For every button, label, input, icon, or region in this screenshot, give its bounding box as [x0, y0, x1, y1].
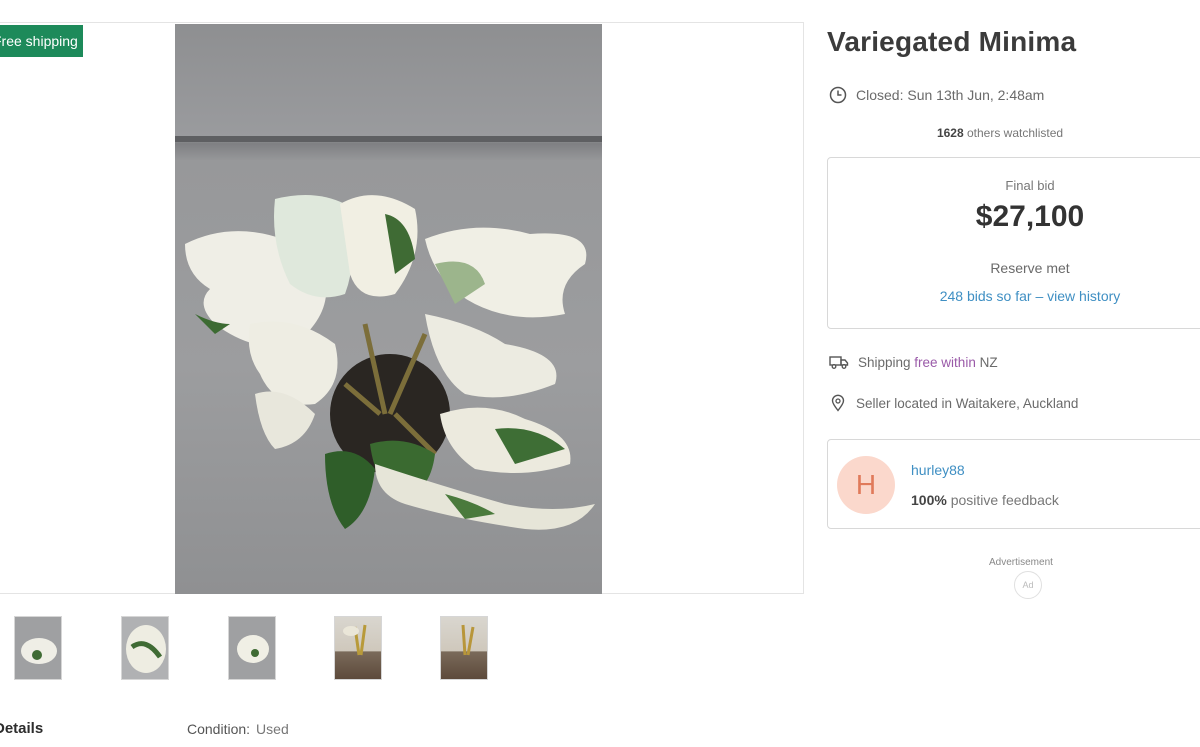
watchlist-number: 1628 [936, 126, 964, 140]
details-tab[interactable]: Details [0, 720, 43, 737]
truck-icon [829, 356, 849, 369]
watchlist-count: 1628 others watchlisted [827, 126, 1200, 140]
final-bid-amount: $27,100 [975, 200, 1085, 233]
avatar: H [837, 456, 895, 514]
shipping-row: Shipping free within NZ [829, 354, 998, 370]
plant-illustration [185, 195, 595, 530]
bid-box: Final bid $27,100 Reserve met 248 bids s… [827, 157, 1200, 329]
advertisement-label: Advertisement [989, 557, 1053, 568]
thumbnail-3[interactable] [228, 616, 276, 680]
listing-title: Variegated Minima [827, 26, 1077, 57]
thumbnail-5[interactable] [440, 616, 488, 680]
free-shipping-badge: Free shipping [0, 25, 83, 57]
location-pin-icon [831, 394, 845, 412]
condition-row: Condition: Used [187, 721, 289, 737]
ad-badge[interactable]: Ad [1014, 571, 1042, 599]
reserve-status: Reserve met [990, 260, 1070, 276]
closed-row: Closed: Sun 13th Jun, 2:48am [829, 86, 1044, 104]
main-image-panel[interactable]: Free shipping [0, 22, 804, 594]
seller-feedback: 100% positive feedback [911, 492, 1059, 508]
shipping-suffix: NZ [975, 354, 998, 370]
shipping-free: free within [914, 354, 976, 370]
clock-icon [829, 86, 847, 104]
plant-photo[interactable] [175, 24, 602, 594]
location-text: Seller located in Waitakere, Auckland [856, 395, 1079, 411]
feedback-text: positive feedback [950, 492, 1059, 508]
thumbnail-1[interactable] [14, 616, 62, 680]
thumbnail-2[interactable] [121, 616, 169, 680]
thumbnail-4[interactable] [334, 616, 382, 680]
final-bid-label: Final bid [1005, 178, 1055, 193]
shipping-prefix: Shipping [858, 354, 915, 370]
seller-name-link[interactable]: hurley88 [911, 462, 965, 478]
bid-history-link[interactable]: 248 bids so far – view history [828, 288, 1200, 304]
seller-card[interactable]: H hurley88 100% positive feedback [827, 439, 1200, 529]
feedback-percent: 100% [911, 492, 947, 508]
condition-label: Condition: [187, 721, 251, 737]
condition-value: Used [256, 721, 289, 737]
closed-text: Closed: Sun 13th Jun, 2:48am [856, 87, 1045, 103]
location-row: Seller located in Waitakere, Auckland [829, 394, 1078, 412]
watchlist-text: others watchlisted [967, 126, 1064, 140]
